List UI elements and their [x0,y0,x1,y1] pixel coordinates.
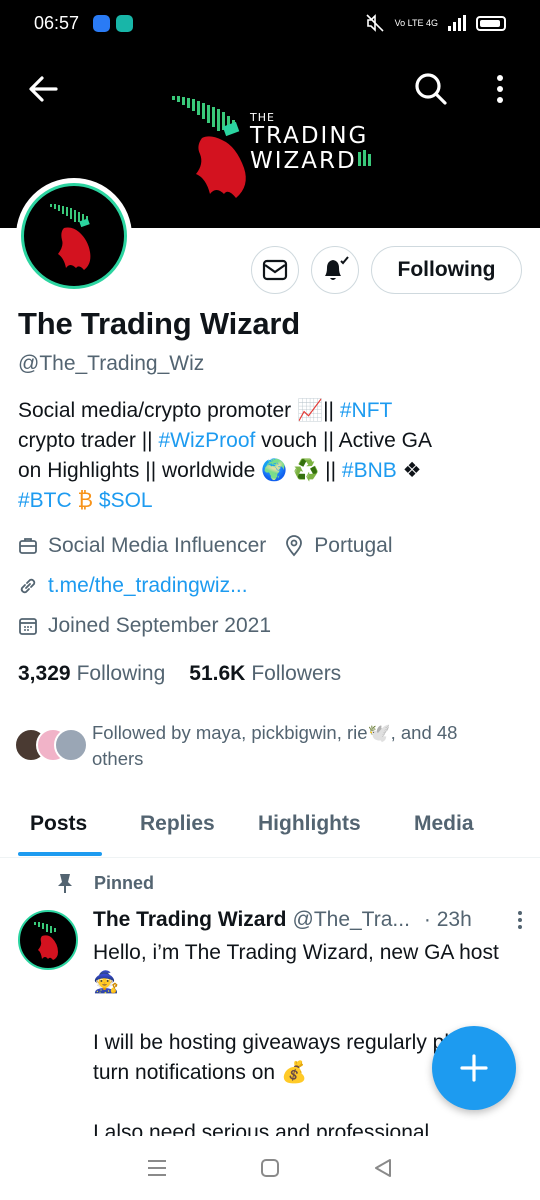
briefcase-icon [19,538,37,554]
tab-highlights[interactable]: Highlights [258,812,361,836]
plus-icon [460,1054,488,1082]
profile-link[interactable]: t.me/the_tradingwiz... [48,574,248,598]
hashtag-link[interactable]: #NFT [340,399,393,422]
following-button[interactable]: Following [371,246,522,294]
followers-stat[interactable]: 51.6K Followers [189,662,341,686]
bio-line-2: crypto trader || #WizProof vouch || Acti… [18,426,518,456]
following-stat[interactable]: 3,329 Following [18,662,165,686]
logo-word-trading: TRADING [250,122,369,149]
post-timestamp: · 23h [423,908,472,931]
bell-check-icon [325,256,349,280]
bio-line-4: #BTC ₿ $SOL [18,486,518,516]
bio-text: ₿ [71,489,99,512]
bio-text: ❖ [396,459,422,482]
profile-avatar[interactable] [16,178,132,294]
status-app-icons [93,14,134,32]
calendar-icon [19,618,37,635]
back-arrow-icon[interactable] [26,72,60,106]
pinned-label-row: Pinned [56,872,154,894]
meta-row-joined: Joined September 2021 [18,614,271,638]
following-label: Following [76,662,166,685]
post-header: The Trading Wizard @The_Tra... · 23h [93,908,533,932]
wizard-avatar-icon [50,204,91,270]
followed-by-row[interactable]: Followed by maya, pickbigwin, rie🕊️, and… [14,720,534,772]
follower-avatar [54,728,88,762]
signal-icon [448,15,466,31]
logo-word-the: THE [250,111,275,124]
profile-joined-date: Joined September 2021 [48,614,271,637]
pinned-label: Pinned [94,872,155,893]
bio-text: crypto trader || [18,429,159,452]
post-more-icon[interactable] [517,910,523,930]
app-notification-icon [93,14,111,32]
link-icon [20,578,36,594]
app-notification-icon [116,14,134,32]
hashtag-link[interactable]: #BNB [342,459,397,482]
profile-tabs: Posts Replies Highlights Media [0,796,540,858]
wizard-avatar-icon [34,922,58,960]
bio-text: Social media/crypto promoter 📈|| [18,399,340,422]
bio-text: on Highlights || worldwide 🌍 ♻️ || [18,459,342,482]
system-navigation-bar [0,1136,540,1200]
logo-word-wizard-line: WIZARD [250,148,373,173]
more-options-icon[interactable] [488,72,512,106]
mute-icon [366,14,384,32]
profile-location: Portugal [314,534,393,557]
post-author-handle: @The_Tra... [292,908,410,931]
cashtag-link[interactable]: $SOL [99,489,153,512]
home-icon[interactable] [259,1157,281,1179]
tab-replies[interactable]: Replies [140,812,215,836]
location-pin-icon [286,535,303,557]
pin-icon [58,874,72,893]
envelope-icon [262,259,288,281]
notifications-button[interactable] [311,246,359,294]
profile-category: Social Media Influencer [48,534,267,557]
bio-line-1: Social media/crypto promoter 📈|| #NFT [18,396,518,426]
followers-label: Followers [251,662,342,685]
display-name: The Trading Wizard [18,306,301,341]
recent-apps-icon[interactable] [146,1158,168,1178]
status-bar: 06:57 Vo LTE 4G [0,0,540,46]
candlestick-icon [357,149,371,166]
following-count: 3,329 [18,662,71,685]
logo-word-wizard: WIZARD [250,147,357,174]
profile-handle: @The_Trading_Wiz [18,352,205,375]
tab-posts[interactable]: Posts [30,812,87,836]
status-indicators: Vo LTE 4G [365,14,506,32]
bio-line-3: on Highlights || worldwide 🌍 ♻️ || #BNB … [18,456,518,486]
hashtag-link[interactable]: #WizProof [158,429,255,452]
profile-bio: Social media/crypto promoter 📈|| #NFT cr… [18,396,518,516]
active-tab-indicator [18,852,102,856]
search-icon[interactable] [414,72,448,106]
post-author-name[interactable]: The Trading Wizard [93,908,287,932]
tab-media[interactable]: Media [414,812,474,836]
followers-count: 51.6K [189,662,246,685]
bio-text: vouch || Active GA [255,429,432,452]
back-icon[interactable] [372,1157,394,1179]
network-label: Vo LTE 4G [394,18,438,28]
follow-stats: 3,329 Following 51.6K Followers [18,662,341,686]
follower-avatars [14,728,88,768]
meta-row-category-location: Social Media Influencer Portugal [18,534,393,558]
banner-logo-text: THE TRADING WIZARD [250,112,373,173]
meta-row-link: t.me/the_tradingwiz... [18,574,248,598]
battery-icon [476,15,506,31]
followed-by-text: Followed by maya, pickbigwin, rie🕊️, and… [92,722,458,769]
avatar-image [21,183,127,289]
status-time: 06:57 [34,12,80,33]
hashtag-link[interactable]: #BTC [18,489,72,512]
compose-button[interactable] [432,1026,516,1110]
message-button[interactable] [251,246,299,294]
post-author-avatar[interactable] [18,910,78,970]
